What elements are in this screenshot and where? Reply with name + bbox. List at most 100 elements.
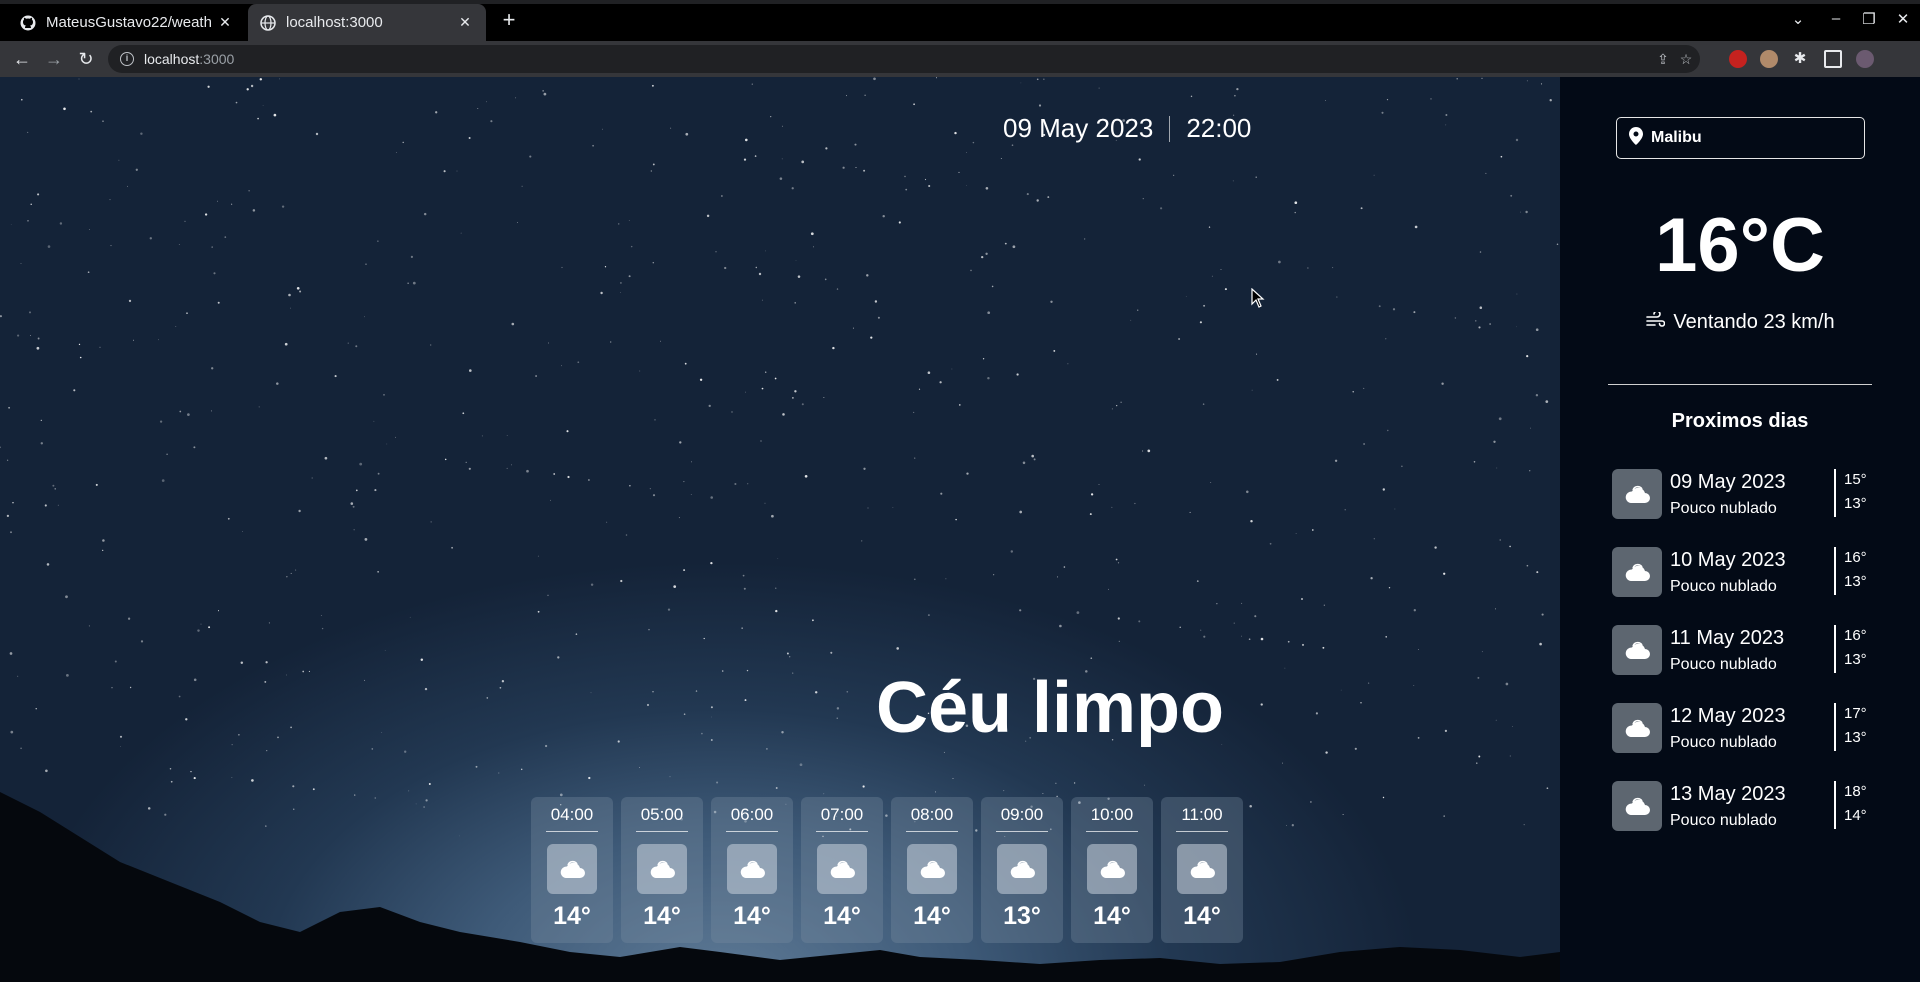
hour-temp: 13° bbox=[1003, 902, 1041, 930]
hour-card: 09:00 13° bbox=[981, 797, 1063, 943]
cloud-icon bbox=[1612, 625, 1662, 675]
day-forecast-item: 11 May 2023 Pouco nublado 16° 13° bbox=[1612, 625, 1872, 703]
hour-time: 09:00 bbox=[996, 805, 1048, 832]
tab-search-icon[interactable]: ⌄ bbox=[1788, 10, 1808, 28]
close-window-button[interactable]: ✕ bbox=[1893, 10, 1913, 28]
day-max-temp: 16° bbox=[1844, 549, 1867, 566]
day-min-temp: 13° bbox=[1844, 729, 1867, 746]
hour-temp: 14° bbox=[913, 902, 951, 930]
current-temperature: 16°C bbox=[1655, 203, 1825, 288]
extension-icon[interactable] bbox=[1760, 50, 1778, 68]
location-pin-icon bbox=[1629, 126, 1643, 150]
forward-button[interactable]: → bbox=[42, 47, 66, 71]
wind-icon bbox=[1645, 310, 1666, 334]
divider bbox=[1608, 384, 1872, 385]
day-max-temp: 18° bbox=[1844, 783, 1867, 800]
cloud-icon bbox=[907, 844, 957, 894]
tab-github[interactable]: MateusGustavo22/weath ✕ bbox=[8, 4, 246, 41]
hour-time: 11:00 bbox=[1176, 805, 1228, 832]
new-tab-button[interactable]: + bbox=[498, 9, 520, 32]
day-date: 10 May 2023 bbox=[1670, 549, 1786, 571]
day-description: Pouco nublado bbox=[1670, 812, 1777, 829]
date-time-header: 09 May 2023 22:00 bbox=[1003, 113, 1251, 144]
wind-info: Ventando 23 km/h bbox=[1560, 310, 1920, 334]
cloud-icon bbox=[547, 844, 597, 894]
hour-card: 10:00 14° bbox=[1071, 797, 1153, 943]
cloud-icon bbox=[817, 844, 867, 894]
day-description: Pouco nublado bbox=[1670, 500, 1777, 517]
tab-localhost[interactable]: localhost:3000 ✕ bbox=[248, 4, 486, 41]
day-date: 12 May 2023 bbox=[1670, 705, 1786, 727]
divider bbox=[1169, 115, 1171, 142]
divider bbox=[1834, 703, 1836, 751]
puzzle-icon[interactable]: ✱ bbox=[1791, 50, 1809, 68]
cloud-icon bbox=[1612, 547, 1662, 597]
divider bbox=[1834, 781, 1836, 829]
github-icon bbox=[20, 15, 36, 31]
weather-condition: Céu limpo bbox=[876, 668, 1225, 748]
maximize-button[interactable]: ❐ bbox=[1859, 10, 1879, 28]
hour-temp: 14° bbox=[823, 902, 861, 930]
divider bbox=[1834, 625, 1836, 673]
hour-temp: 14° bbox=[733, 902, 771, 930]
reload-button[interactable]: ↻ bbox=[74, 47, 98, 71]
extension-icon[interactable] bbox=[1729, 50, 1747, 68]
day-min-temp: 13° bbox=[1844, 651, 1867, 668]
day-description: Pouco nublado bbox=[1670, 734, 1777, 751]
share-icon[interactable]: ⇪ bbox=[1653, 49, 1673, 69]
cloud-icon bbox=[1612, 781, 1662, 831]
day-max-temp: 16° bbox=[1844, 627, 1867, 644]
cloud-icon bbox=[1612, 703, 1662, 753]
back-button[interactable]: ← bbox=[10, 47, 34, 71]
next-days-list: 09 May 2023 Pouco nublado 15° 13° 10 May 202… bbox=[1612, 469, 1872, 859]
location-search-input[interactable]: Malibu bbox=[1616, 117, 1865, 159]
day-date: 09 May 2023 bbox=[1670, 471, 1786, 493]
bookmark-star-icon[interactable]: ☆ bbox=[1676, 49, 1696, 69]
hour-card: 07:00 14° bbox=[801, 797, 883, 943]
hour-card: 08:00 14° bbox=[891, 797, 973, 943]
day-date: 11 May 2023 bbox=[1670, 627, 1785, 649]
browser-toolbar: ← → ↻ i localhost:3000 ⇪ ☆ ✱ bbox=[0, 41, 1920, 77]
avatar[interactable] bbox=[1856, 50, 1874, 68]
sidebar: Malibu 16°C Ventando 23 km/h Proximos di… bbox=[1560, 77, 1920, 982]
info-icon[interactable]: i bbox=[120, 52, 134, 66]
cloud-icon bbox=[637, 844, 687, 894]
day-description: Pouco nublado bbox=[1670, 656, 1777, 673]
globe-icon bbox=[260, 14, 276, 31]
hour-card: 11:00 14° bbox=[1161, 797, 1243, 943]
minimize-button[interactable]: – bbox=[1826, 10, 1846, 27]
day-description: Pouco nublado bbox=[1670, 578, 1777, 595]
weather-app: 09 May 2023 22:00 Céu limpo 04:00 14° 05:0… bbox=[0, 77, 1920, 982]
hour-time: 07:00 bbox=[816, 805, 868, 832]
location-value: Malibu bbox=[1651, 129, 1702, 146]
side-panel-icon[interactable] bbox=[1824, 50, 1842, 68]
day-min-temp: 13° bbox=[1844, 573, 1867, 590]
current-time: 22:00 bbox=[1186, 113, 1252, 143]
hour-time: 05:00 bbox=[636, 805, 688, 832]
close-icon[interactable]: ✕ bbox=[456, 14, 474, 31]
current-date: 09 May 2023 bbox=[1003, 113, 1154, 143]
hourly-forecast: 04:00 14° 05:00 14° 06:00 14° 07:00 14° 08:00 14°… bbox=[531, 797, 1243, 943]
hour-temp: 14° bbox=[1093, 902, 1131, 930]
day-min-temp: 13° bbox=[1844, 495, 1867, 512]
hour-card: 04:00 14° bbox=[531, 797, 613, 943]
hour-temp: 14° bbox=[553, 902, 591, 930]
browser-tab-bar: MateusGustavo22/weath ✕ localhost:3000 ✕… bbox=[0, 0, 1920, 41]
day-forecast-item: 13 May 2023 Pouco nublado 18° 14° bbox=[1612, 781, 1872, 859]
cloud-icon bbox=[1177, 844, 1227, 894]
day-forecast-item: 10 May 2023 Pouco nublado 16° 13° bbox=[1612, 547, 1872, 625]
wind-text: Ventando 23 km/h bbox=[1673, 311, 1835, 333]
day-date: 13 May 2023 bbox=[1670, 783, 1786, 805]
close-icon[interactable]: ✕ bbox=[216, 14, 234, 31]
day-forecast-item: 12 May 2023 Pouco nublado 17° 13° bbox=[1612, 703, 1872, 781]
hour-temp: 14° bbox=[643, 902, 681, 930]
day-max-temp: 17° bbox=[1844, 705, 1867, 722]
divider bbox=[1834, 469, 1836, 517]
divider bbox=[1834, 547, 1836, 595]
hour-card: 06:00 14° bbox=[711, 797, 793, 943]
hour-time: 10:00 bbox=[1086, 805, 1138, 832]
address-bar[interactable]: i localhost:3000 ⇪ ☆ bbox=[108, 45, 1700, 73]
main-panel: 09 May 2023 22:00 Céu limpo 04:00 14° 05:0… bbox=[0, 77, 1560, 982]
hour-card: 05:00 14° bbox=[621, 797, 703, 943]
day-max-temp: 15° bbox=[1844, 471, 1867, 488]
